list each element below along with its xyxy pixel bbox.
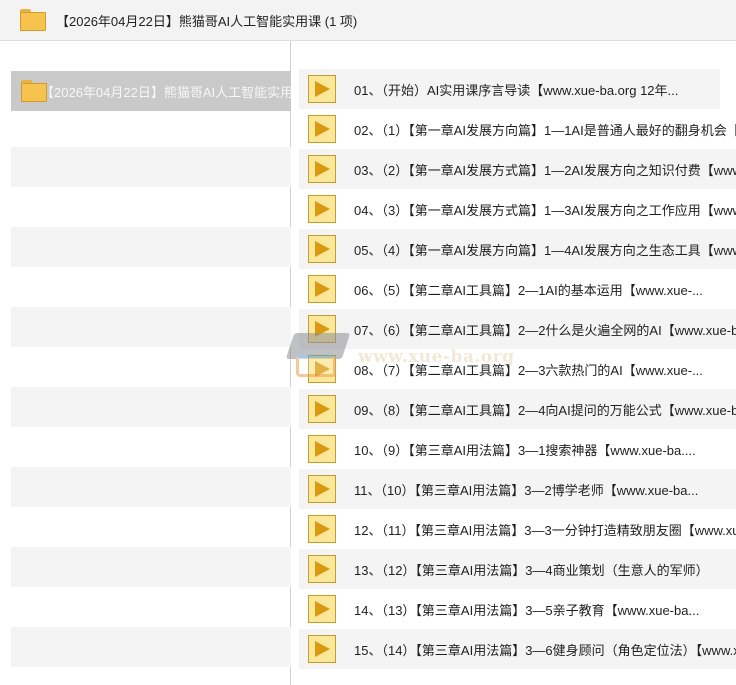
file-row[interactable]: 09、（8）【第二章AI工具篇】2—4向AI提问的万能公式【www.xue-ba… [299, 389, 736, 429]
video-file-icon [308, 275, 336, 303]
file-row[interactable]: 13、（12）【第三章AI用法篇】3—4商业策划（生意人的军师） [299, 549, 736, 589]
file-row[interactable]: 12、（11）【第三章AI用法篇】3—3一分钟打造精致朋友圈【www.xue-b… [299, 509, 736, 549]
tree-row-stripe [11, 147, 291, 187]
window-title: 【2026年04月22日】熊猫哥AI人工智能实用课 (1 项) [56, 13, 358, 29]
video-file-icon [308, 635, 336, 663]
folder-icon [20, 9, 46, 31]
video-file-icon [308, 555, 336, 583]
file-row[interactable]: 04、（3）【第一章AI发展方式篇】1—3AI发展方向之工作应用【www.xue… [299, 189, 736, 229]
video-file-icon [308, 195, 336, 223]
tree-row-stripe [11, 547, 291, 587]
file-name: 06、（5）【第二章AI工具篇】2—1AI的基本运用【www.xue-... [354, 282, 703, 298]
file-name: 12、（11）【第三章AI用法篇】3—3一分钟打造精致朋友圈【www.xue-b… [354, 522, 736, 538]
file-name: 04、（3）【第一章AI发展方式篇】1—3AI发展方向之工作应用【www.xue… [354, 202, 736, 218]
tree-row-stripe [11, 307, 291, 347]
file-row[interactable]: 02、（1）【第一章AI发展方向篇】1—1AI是普通人最好的翻身机会【www.x… [299, 109, 736, 149]
tree-row-stripe [11, 627, 291, 667]
file-row[interactable]: 11、（10）【第三章AI用法篇】3—2博学老师【www.xue-ba... [299, 469, 736, 509]
file-name: 15、（14）【第三章AI用法篇】3—6健身顾问（角色定位法）【www.xue-… [354, 642, 736, 658]
tree-row-stripe [11, 467, 291, 507]
video-file-icon [308, 515, 336, 543]
video-file-icon [308, 395, 336, 423]
file-name: 13、（12）【第三章AI用法篇】3—4商业策划（生意人的军师） [354, 562, 709, 578]
file-name: 02、（1）【第一章AI发展方向篇】1—1AI是普通人最好的翻身机会【www.x… [354, 122, 736, 138]
video-file-icon [308, 315, 336, 343]
video-file-icon [308, 235, 336, 263]
file-row[interactable]: 06、（5）【第二章AI工具篇】2—1AI的基本运用【www.xue-... [299, 269, 736, 309]
file-row[interactable]: 15、（14）【第三章AI用法篇】3—6健身顾问（角色定位法）【www.xue-… [299, 629, 736, 669]
video-file-icon [308, 75, 336, 103]
video-file-icon [308, 355, 336, 383]
file-row[interactable]: 05、（4）【第一章AI发展方向篇】1—4AI发展方向之生态工具【www.xue… [299, 229, 736, 269]
file-name: 07、（6）【第二章AI工具篇】2—2什么是火遍全网的AI【www.xue-ba… [354, 322, 736, 338]
file-name: 09、（8）【第二章AI工具篇】2—4向AI提问的万能公式【www.xue-ba… [354, 402, 736, 418]
file-row[interactable]: 03、（2）【第一章AI发展方式篇】1—2AI发展方向之知识付费【www.xue… [299, 149, 736, 189]
tree-row-stripe [11, 387, 291, 427]
video-file-icon [308, 155, 336, 183]
file-row[interactable]: 08、（7）【第二章AI工具篇】2—3六款热门的AI【www.xue-... [299, 349, 736, 389]
file-row[interactable]: 10、（9）【第三章AI用法篇】3—1搜索神器【www.xue-ba.... [299, 429, 736, 469]
file-name: 08、（7）【第二章AI工具篇】2—3六款热门的AI【www.xue-... [354, 362, 703, 378]
file-name: 10、（9）【第三章AI用法篇】3—1搜索神器【www.xue-ba.... [354, 442, 696, 458]
tree-item-label: 【2026年04月22日】熊猫哥AI人工智能实用课 [41, 84, 291, 100]
folder-tree-pane[interactable]: 【2026年04月22日】熊猫哥AI人工智能实用课 [0, 41, 291, 685]
file-row[interactable]: 14、（13）【第三章AI用法篇】3—5亲子教育【www.xue-ba... [299, 589, 736, 629]
video-file-icon [308, 595, 336, 623]
tree-item-course-folder[interactable]: 【2026年04月22日】熊猫哥AI人工智能实用课 [11, 71, 291, 111]
window-header: 【2026年04月22日】熊猫哥AI人工智能实用课 (1 项) [0, 0, 736, 41]
video-file-icon [308, 115, 336, 143]
file-name: 03、（2）【第一章AI发展方式篇】1—2AI发展方向之知识付费【www.xue… [354, 162, 736, 178]
file-row[interactable]: 01、（开始）AI实用课序言导读【www.xue-ba.org 12年... [299, 69, 720, 109]
video-file-icon [308, 475, 336, 503]
file-row[interactable]: 07、（6）【第二章AI工具篇】2—2什么是火遍全网的AI【www.xue-ba… [299, 309, 736, 349]
file-name: 05、（4）【第一章AI发展方向篇】1—4AI发展方向之生态工具【www.xue… [354, 242, 736, 258]
tree-row-stripe [11, 227, 291, 267]
file-name: 11、（10）【第三章AI用法篇】3—2博学老师【www.xue-ba... [354, 482, 699, 498]
video-file-icon [308, 435, 336, 463]
file-name: 01、（开始）AI实用课序言导读【www.xue-ba.org 12年... [354, 82, 679, 98]
file-list-pane[interactable]: 01、（开始）AI实用课序言导读【www.xue-ba.org 12年... 0… [292, 41, 736, 685]
file-name: 14、（13）【第三章AI用法篇】3—5亲子教育【www.xue-ba... [354, 602, 700, 618]
